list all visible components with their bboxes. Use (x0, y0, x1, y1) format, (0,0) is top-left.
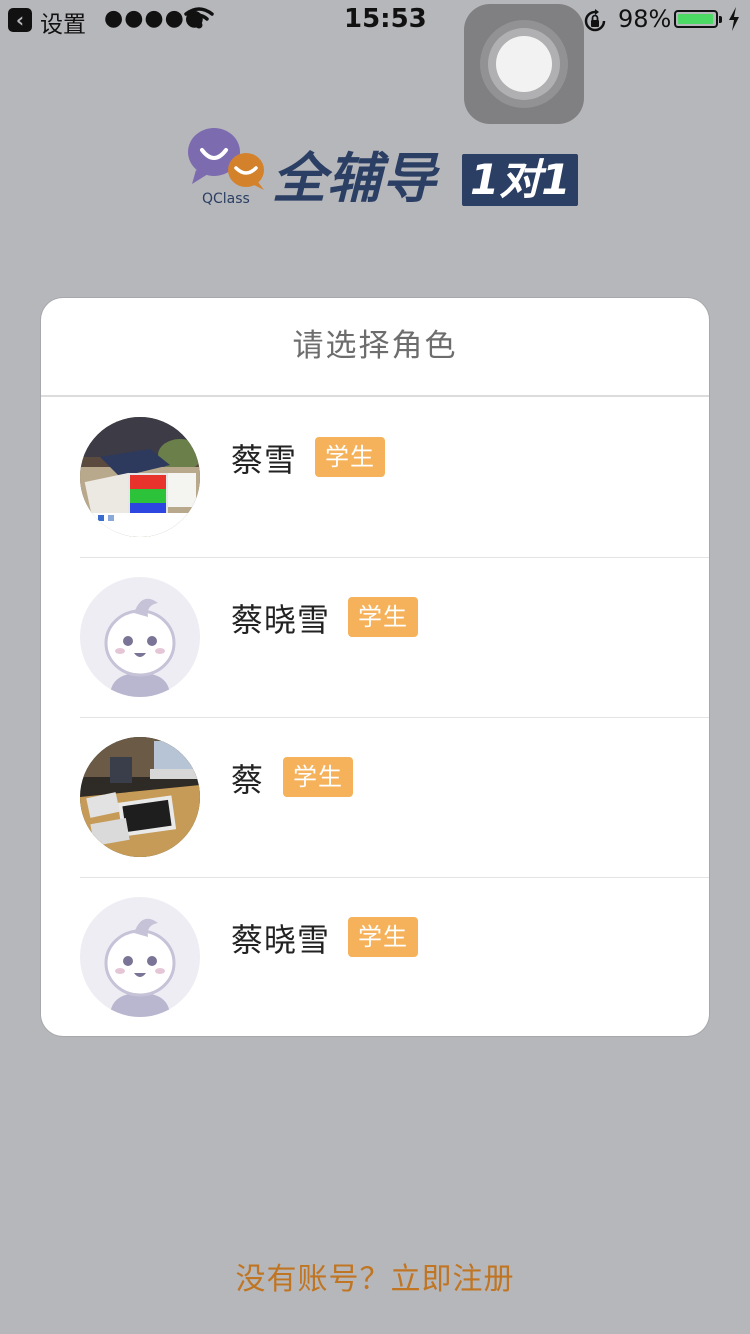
role-name: 蔡雪 (231, 441, 298, 479)
role-badge: 学生 (283, 757, 353, 797)
row-divider (80, 557, 709, 558)
logo-wordmark: 全辅导 (272, 147, 437, 210)
default-avatar (80, 577, 200, 697)
role-badge: 学生 (348, 597, 418, 637)
rotation-lock-icon (582, 8, 608, 40)
role-row[interactable]: 蔡晓雪 学生 (41, 877, 709, 1036)
logo-subtitle: QClass (202, 191, 250, 207)
charging-bolt-icon (727, 6, 741, 38)
wifi-icon (184, 6, 214, 36)
status-bar: ‹ 设置 ●●●●● 15:53 98% (0, 0, 750, 40)
battery-icon (674, 10, 718, 28)
battery-tip (719, 16, 722, 23)
role-selection-card: 请选择角色 蔡雪 学生 蔡晓雪 学生 蔡 学生 蔡晓雪 学生 (41, 298, 709, 1036)
role-name: 蔡 (231, 761, 265, 799)
row-divider (80, 877, 709, 878)
back-to-app-icon[interactable]: ‹ (8, 8, 32, 32)
photo-avatar (80, 417, 200, 537)
default-avatar (80, 897, 200, 1017)
battery-percent: 98% (618, 5, 672, 33)
role-name: 蔡晓雪 (231, 601, 331, 639)
role-name: 蔡晓雪 (231, 921, 331, 959)
clock: 15:53 (344, 4, 427, 34)
register-link[interactable]: 没有账号？立即注册 (0, 1254, 750, 1298)
row-divider (80, 717, 709, 718)
logo-badge: 1对1 (462, 154, 579, 206)
battery-level (678, 14, 714, 24)
back-to-app-label[interactable]: 设置 (40, 5, 86, 39)
screen: ‹ 设置 ●●●●● 15:53 98% QClass 全辅导 1对1 请选择角… (0, 0, 750, 1334)
role-row[interactable]: 蔡晓雪 学生 (41, 557, 709, 717)
assistive-touch-button[interactable] (464, 4, 584, 124)
role-badge: 学生 (315, 437, 385, 477)
photo-avatar (80, 737, 200, 857)
role-row[interactable]: 蔡 学生 (41, 717, 709, 877)
role-row[interactable]: 蔡雪 学生 (41, 397, 709, 557)
role-badge: 学生 (348, 917, 418, 957)
assistive-touch-core (496, 36, 552, 92)
card-title: 请选择角色 (292, 328, 458, 364)
